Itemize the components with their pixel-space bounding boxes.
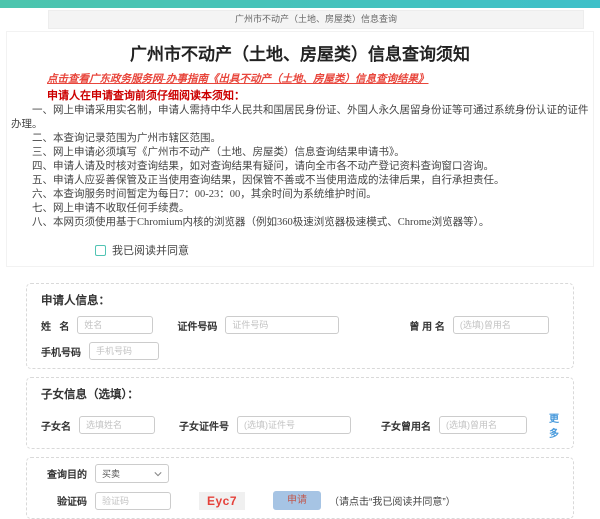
name-field-group: 姓 名 [41, 316, 153, 334]
apply-button[interactable]: 申请 [273, 491, 321, 510]
child-id-field-group: 子女证件号 [179, 416, 351, 434]
agree-row: 我已阅读并同意 [95, 242, 589, 258]
phone-field-group: 手机号码 [41, 342, 159, 360]
guide-link[interactable]: 点击查看广东政务服务网-办事指南《出具不动产（土地、房屋类）信息查询结果》 [47, 73, 589, 87]
applicant-info-section: 申请人信息： 姓 名 证件号码 曾 用 名 手机号码 [26, 283, 574, 369]
apply-hint-text: （请点击“我已阅读并同意”） [329, 493, 456, 508]
notice-item: 七、网上申请不收取任何手续费。 [11, 202, 589, 216]
chevron-down-icon [154, 470, 162, 478]
id-number-input[interactable] [225, 316, 339, 334]
name-label: 姓 名 [41, 318, 69, 333]
notice-item: 八、本网页须使用基于Chromium内核的浏览器（例如360极速浏览器极速模式、… [11, 216, 589, 230]
notice-item: 四、申请人请及时核对查询结果，如对查询结果有疑问，请向全市各不动产登记资料查询窗… [11, 160, 589, 174]
child-former-name-field-group: 子女曾用名 [381, 416, 527, 434]
notice-item: 三、网上申请必须填写《广州市不动产（土地、房屋类）信息查询结果申请书》。 [11, 146, 589, 160]
phone-input[interactable] [89, 342, 159, 360]
window-tab-title: 广州市不动产（土地、房屋类）信息查询 [48, 10, 584, 29]
captcha-label: 验证码 [41, 493, 87, 508]
children-section-title: 子女信息（选填）： [41, 386, 559, 402]
child-id-label: 子女证件号 [179, 418, 229, 433]
children-info-section: 子女信息（选填）： 子女名 子女证件号 子女曾用名 更多 [26, 377, 574, 449]
id-number-label: 证件号码 [177, 318, 217, 333]
query-purpose-select[interactable]: 买卖 [95, 464, 169, 483]
agree-label: 我已阅读并同意 [112, 242, 189, 258]
child-id-input[interactable] [237, 416, 351, 434]
notice-item: 五、申请人应妥善保管及正当使用查询结果，因保管不善或不当使用造成的法律后果，自行… [11, 174, 589, 188]
purpose-field-group: 查询目的 买卖 [41, 464, 169, 483]
child-former-name-label: 子女曾用名 [381, 418, 431, 433]
captcha-input[interactable] [95, 492, 171, 510]
notice-item: 二、本查询记录范围为广州市辖区范围。 [11, 132, 589, 146]
query-section: 查询目的 买卖 验证码 Eyc7 申请 （请点击“我已阅读并同意”） [26, 457, 574, 519]
agree-checkbox[interactable] [95, 245, 106, 256]
notice-warning: 申请人在申请查询前须仔细阅读本须知： [47, 89, 589, 104]
child-name-field-group: 子女名 [41, 416, 155, 434]
notice-panel: 广州市不动产（土地、房屋类）信息查询须知 点击查看广东政务服务网-办事指南《出具… [6, 31, 594, 267]
query-purpose-label: 查询目的 [41, 466, 87, 481]
notice-item: 一、网上申请采用实名制，申请人需持中华人民共和国居民身份证、外国人永久居留身份证… [11, 104, 589, 132]
top-accent-bar [0, 0, 600, 8]
more-children-link[interactable]: 更多 [549, 410, 559, 440]
id-field-group: 证件号码 [177, 316, 339, 334]
page-title: 广州市不动产（土地、房屋类）信息查询须知 [11, 40, 589, 65]
phone-label: 手机号码 [41, 344, 81, 359]
former-name-field-group: 曾 用 名 [409, 316, 549, 334]
child-name-label: 子女名 [41, 418, 71, 433]
query-purpose-value: 买卖 [102, 467, 120, 480]
child-former-name-input[interactable] [439, 416, 527, 434]
child-name-input[interactable] [79, 416, 155, 434]
former-name-input[interactable] [453, 316, 549, 334]
captcha-field-group: 验证码 [41, 492, 171, 510]
name-input[interactable] [77, 316, 153, 334]
notice-item: 六、本查询服务时间暂定为每日7：00-23：00，其余时间为系统维护时间。 [11, 188, 589, 202]
former-name-label: 曾 用 名 [409, 318, 445, 333]
applicant-section-title: 申请人信息： [41, 292, 559, 308]
captcha-image[interactable]: Eyc7 [199, 492, 245, 510]
